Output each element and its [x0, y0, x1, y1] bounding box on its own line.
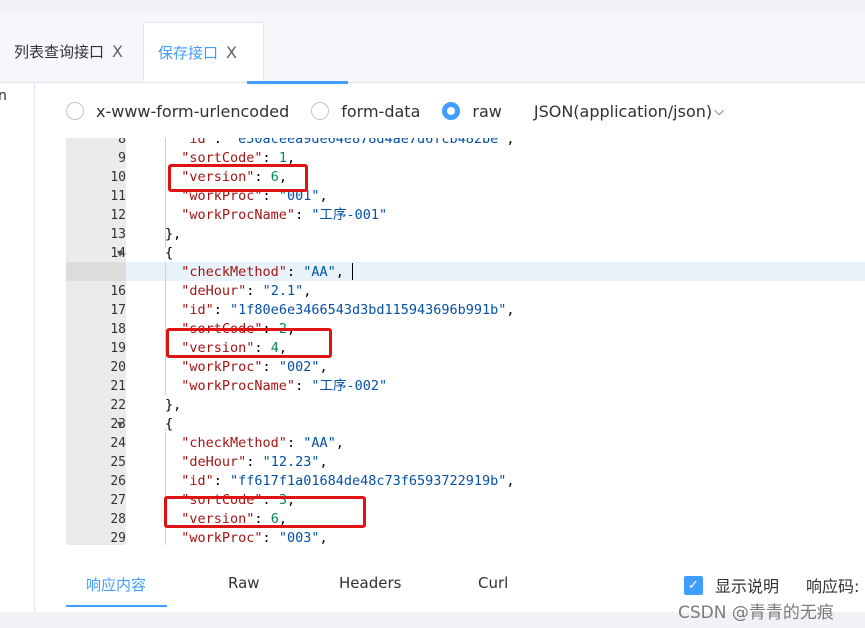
tab-list-query-api[interactable]: 列表查询接口 X — [0, 22, 138, 81]
line-number: 17 — [110, 303, 126, 318]
radio-label: x-www-form-urlencoded — [96, 101, 290, 121]
line-number-gutter: 891011121314▼151617181920212223▼24252627… — [66, 138, 126, 545]
line-number: 18 — [110, 322, 126, 337]
content-type-select[interactable]: JSON(application/json) ⌵ — [534, 102, 724, 121]
code-line: { — [165, 245, 174, 261]
code-line: "id": "ff617f1a01684de48c73f6593722919b"… — [181, 473, 515, 489]
highlight-box-version-2 — [166, 328, 332, 358]
radio-label: form-data — [341, 101, 421, 121]
code-line: "workProcName": "工序-002" — [181, 378, 388, 394]
code-line: "workProc": "002", — [181, 359, 328, 375]
line-number: 12 — [110, 208, 126, 223]
radio-circle[interactable] — [311, 102, 330, 120]
code-line: "checkMethod": "AA", — [181, 264, 344, 280]
radio-urlencoded[interactable]: x-www-form-urlencoded — [66, 102, 289, 121]
line-number: 19 — [110, 341, 126, 356]
tab-headers[interactable]: Headers — [339, 574, 401, 592]
line-number: 21 — [110, 379, 126, 394]
code-line: "deHour": "12.23", — [181, 454, 328, 470]
line-number: 26 — [110, 474, 126, 489]
highlight-box-version-3 — [164, 496, 366, 528]
tab-raw[interactable]: Raw — [228, 574, 260, 592]
radio-raw[interactable]: raw — [442, 101, 502, 121]
tab-response-content[interactable]: 响应内容 — [86, 574, 146, 595]
text-cursor — [352, 263, 353, 280]
fold-arrow-icon[interactable]: ▼ — [117, 244, 125, 263]
line-number: 16 — [110, 284, 126, 299]
line-number: 25 — [110, 455, 126, 470]
active-subtab-indicator — [247, 81, 348, 84]
checkbox-label: 显示说明 — [715, 577, 780, 596]
radio-circle-selected[interactable] — [442, 102, 461, 120]
line-number: 29 — [110, 531, 126, 545]
line-number: 20 — [110, 360, 126, 375]
code-line: "workProcName": "工序-001" — [181, 207, 388, 223]
code-line: "id": "1f80e6e3466543d3bd115943696b991b"… — [181, 302, 515, 318]
select-value: JSON(application/json) — [533, 101, 713, 121]
watermark: CSDN @青青的无痕 — [678, 603, 834, 623]
code-line: "workProc": "003", — [181, 530, 328, 545]
radio-form-data[interactable]: form-data — [311, 102, 420, 121]
tab-strip: 列表查询接口 X 保存接口 X — [0, 12, 865, 83]
line-number: 24 — [110, 436, 126, 451]
line-number: 11 — [110, 189, 126, 204]
active-line-gutter — [66, 262, 126, 281]
line-number: 9 — [118, 151, 126, 166]
response-code-label: 响应码: — [806, 577, 860, 596]
code-line: }, — [165, 397, 182, 413]
radio-circle[interactable] — [66, 102, 84, 120]
line-number: 10 — [110, 170, 126, 185]
code-line: { — [165, 416, 174, 432]
show-explanation-toggle[interactable]: ✓ 显示说明 — [684, 573, 779, 597]
line-number: 13 — [110, 227, 126, 242]
line-number: 8 — [118, 138, 126, 147]
radio-label: raw — [472, 101, 502, 121]
line-number: 22 — [110, 398, 126, 413]
chevron-down-icon: ⌵ — [714, 103, 724, 119]
line-number: 27 — [110, 493, 126, 508]
left-panel-text: n — [0, 88, 7, 104]
code-line: }, — [165, 226, 182, 242]
fold-arrow-icon[interactable]: ▼ — [117, 415, 125, 434]
tab-label: 列表查询接口 — [14, 43, 105, 61]
left-panel: n — [0, 83, 35, 628]
code-line: "id": "e50aceea9de64e878d4ae7d6fcb482be"… — [181, 138, 515, 147]
tab-save-api[interactable]: 保存接口 X — [143, 22, 264, 81]
line-number: 28 — [110, 512, 126, 527]
close-icon[interactable]: X — [112, 42, 123, 61]
tab-label: 保存接口 — [158, 43, 219, 62]
close-icon[interactable]: X — [226, 43, 237, 62]
highlight-box-version-1 — [168, 164, 308, 192]
code-line: "deHour": "2.1", — [181, 283, 312, 299]
body-type-radio-group: x-www-form-urlencoded form-data raw JSON… — [66, 96, 724, 126]
tab-curl[interactable]: Curl — [478, 574, 508, 592]
code-line: "checkMethod": "AA", — [181, 435, 344, 451]
checkbox-checked-icon[interactable]: ✓ — [684, 575, 703, 595]
active-tab-indicator — [66, 605, 167, 607]
